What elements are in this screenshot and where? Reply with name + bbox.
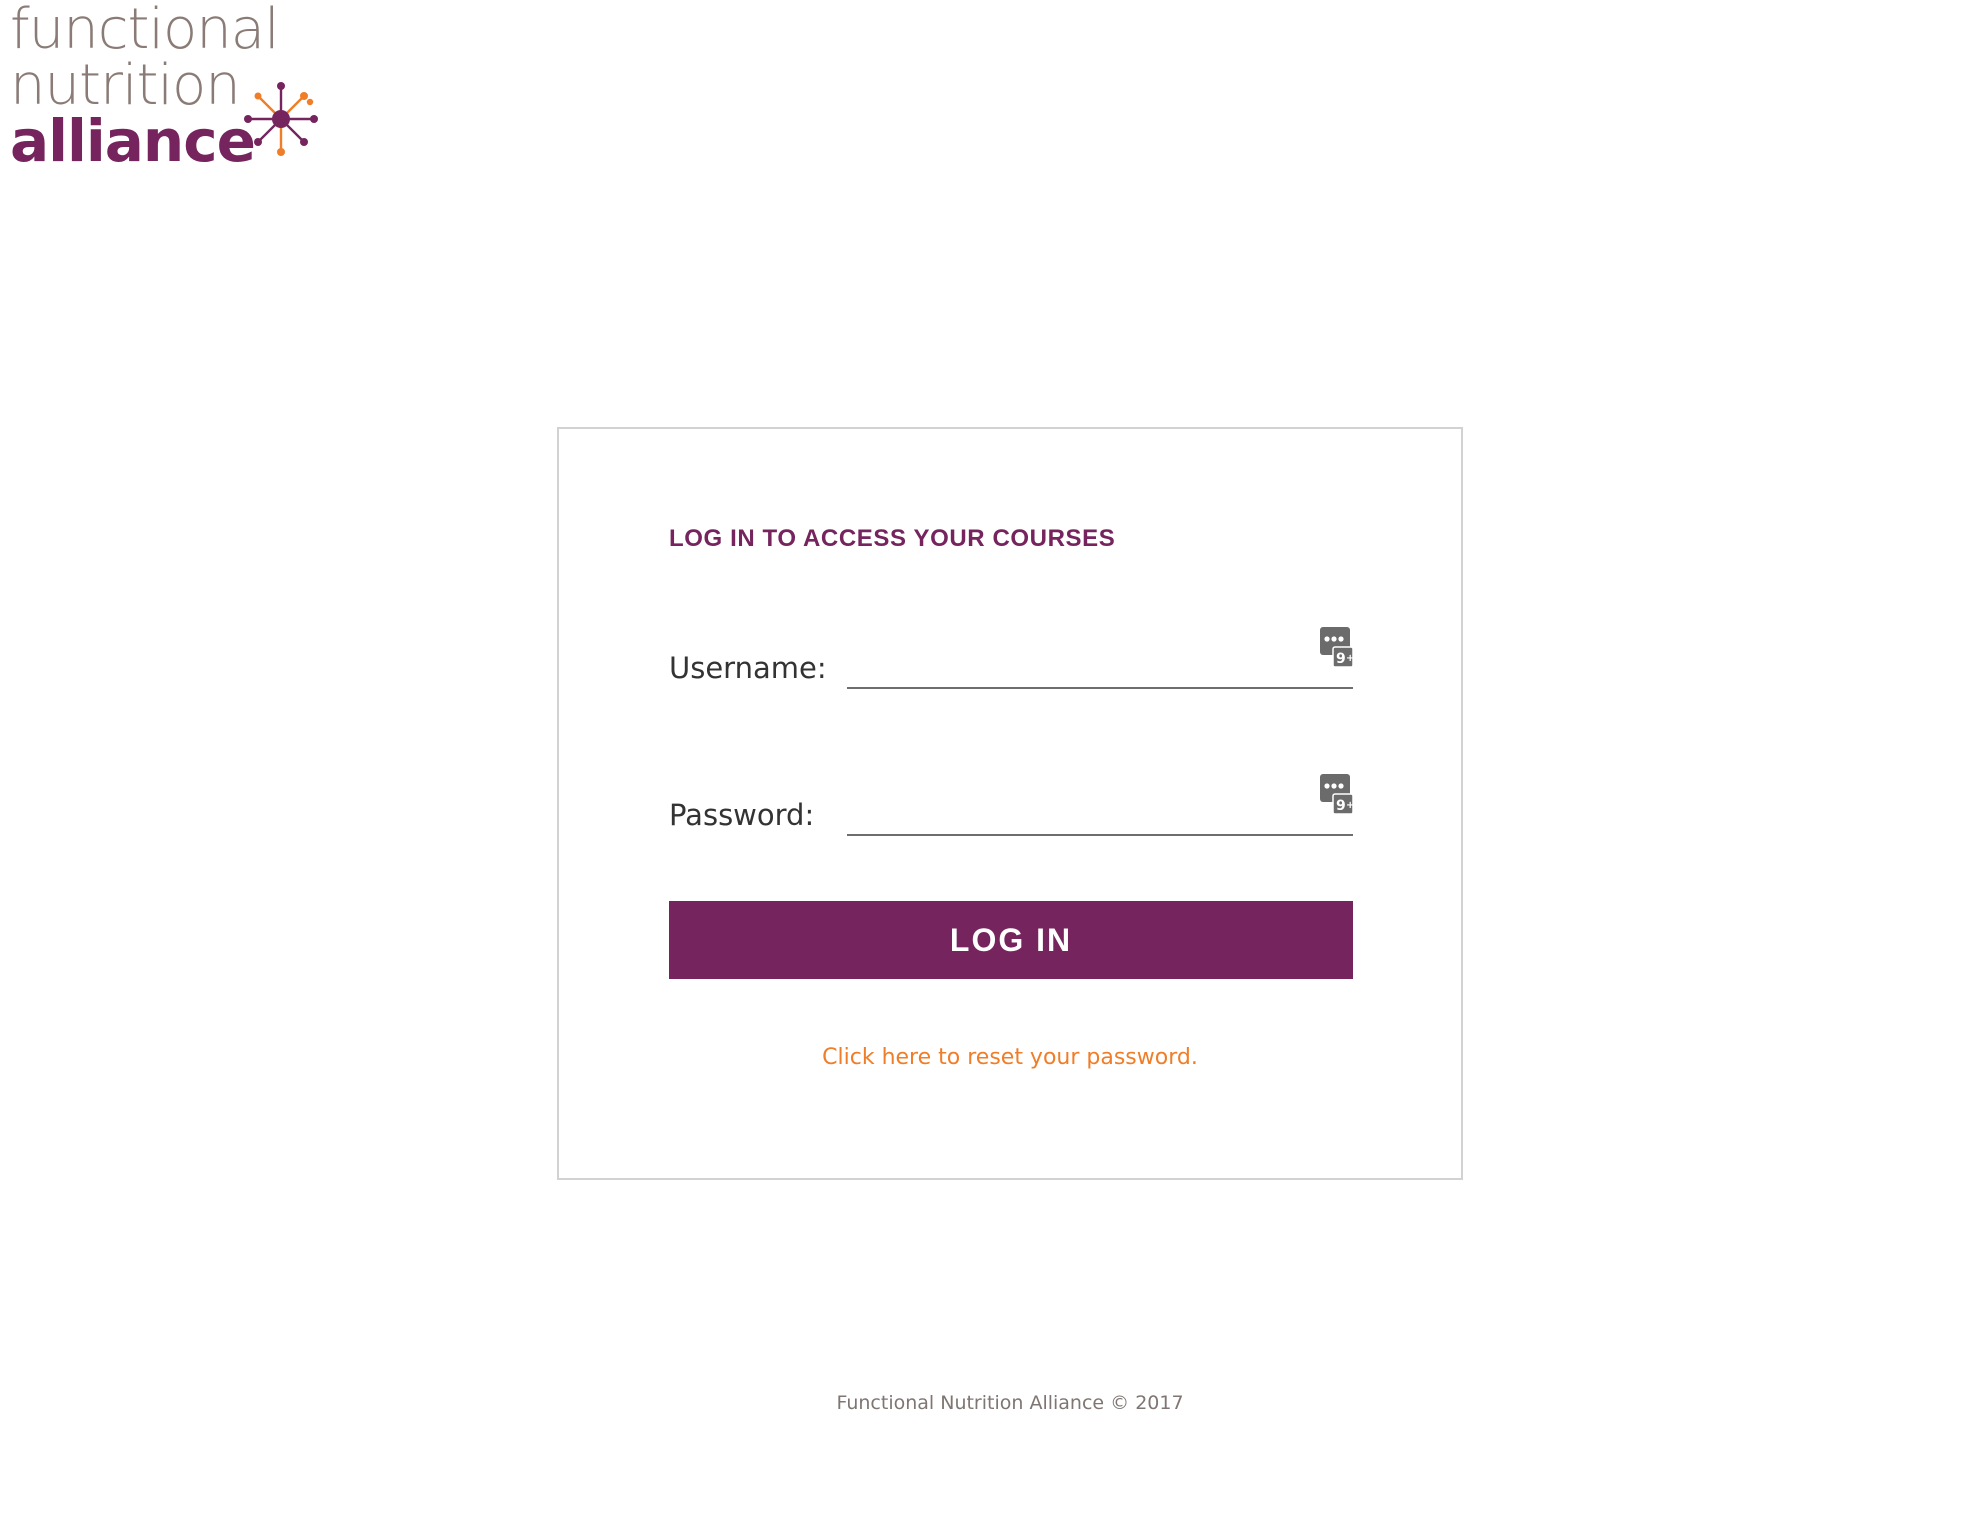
username-label: Username: bbox=[669, 651, 827, 685]
logo-text-functional: functional bbox=[10, 0, 280, 62]
reset-password-link[interactable]: Click here to reset your password. bbox=[559, 1045, 1461, 1070]
password-label: Password: bbox=[669, 798, 815, 832]
login-title: LOG IN TO ACCESS YOUR COURSES bbox=[669, 525, 1116, 552]
login-card: LOG IN TO ACCESS YOUR COURSES Username: … bbox=[557, 427, 1463, 1180]
login-button[interactable]: LOG IN bbox=[669, 901, 1353, 979]
username-input[interactable] bbox=[847, 645, 1353, 689]
logo-text-alliance: alliance bbox=[10, 107, 256, 175]
password-input[interactable] bbox=[847, 792, 1353, 836]
svg-text:+: + bbox=[1346, 800, 1353, 811]
svg-text:9: 9 bbox=[1336, 651, 1346, 667]
svg-text:9: 9 bbox=[1336, 798, 1346, 814]
site-logo[interactable]: functional nutrition alliance bbox=[10, 0, 320, 175]
footer-copyright: Functional Nutrition Alliance © 2017 bbox=[836, 1392, 1184, 1414]
svg-text:+: + bbox=[1346, 653, 1353, 664]
password-manager-icon[interactable]: 9 + bbox=[1319, 625, 1353, 669]
starburst-logo-icon bbox=[244, 82, 318, 156]
password-row: Password: 9 + bbox=[669, 772, 1353, 836]
username-row: Username: 9 + bbox=[669, 625, 1353, 689]
logo-text-nutrition: nutrition bbox=[10, 53, 241, 118]
password-manager-icon[interactable]: 9 + bbox=[1319, 772, 1353, 816]
